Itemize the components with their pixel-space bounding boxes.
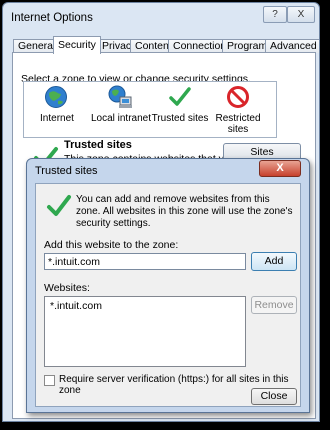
zone-label: Internet — [40, 113, 74, 124]
checkmark-icon — [47, 195, 71, 216]
close-icon[interactable]: X — [259, 160, 301, 177]
trusted-sites-dialog: Trusted sites X You can add and remove w… — [26, 158, 310, 413]
zone-trusted-sites[interactable]: Trusted sites — [148, 82, 212, 137]
zone-label: Trusted sites — [151, 113, 209, 124]
websites-label: Websites: — [44, 282, 90, 294]
zone-restricted-sites[interactable]: Restricted sites — [208, 82, 268, 137]
restricted-icon — [227, 86, 249, 108]
zone-label: Restricted sites — [215, 113, 261, 135]
add-website-label: Add this website to the zone: — [44, 239, 179, 251]
remove-button[interactable]: Remove — [251, 296, 297, 314]
info-text: You can add and remove websites from thi… — [76, 194, 293, 229]
add-button[interactable]: Add — [251, 252, 297, 271]
add-website-input[interactable] — [44, 253, 246, 270]
require-verification-checkbox[interactable] — [44, 375, 55, 386]
list-item[interactable]: *.intuit.com — [50, 300, 102, 312]
help-button[interactable]: ? — [263, 6, 287, 23]
tab-advanced[interactable]: Advanced — [265, 39, 319, 53]
close-icon[interactable]: X — [287, 6, 315, 23]
close-button[interactable]: Close — [251, 388, 297, 405]
zone-local-intranet[interactable]: Local intranet — [88, 82, 154, 137]
websites-list[interactable]: *.intuit.com — [44, 296, 246, 367]
zone-label: Local intranet — [90, 113, 152, 124]
globe-icon — [45, 86, 67, 108]
zone-list: Internet Local intranet Trusted sites Re… — [23, 81, 277, 138]
window-title: Internet Options — [11, 12, 93, 24]
dialog-body: You can add and remove websites from thi… — [35, 183, 301, 407]
tab-security[interactable]: Security — [53, 36, 101, 54]
zone-internet[interactable]: Internet — [24, 82, 90, 137]
local-intranet-icon — [108, 85, 132, 108]
dialog-title: Trusted sites — [35, 165, 98, 177]
checkmark-icon — [169, 87, 191, 106]
selected-zone-title: Trusted sites — [64, 139, 132, 151]
